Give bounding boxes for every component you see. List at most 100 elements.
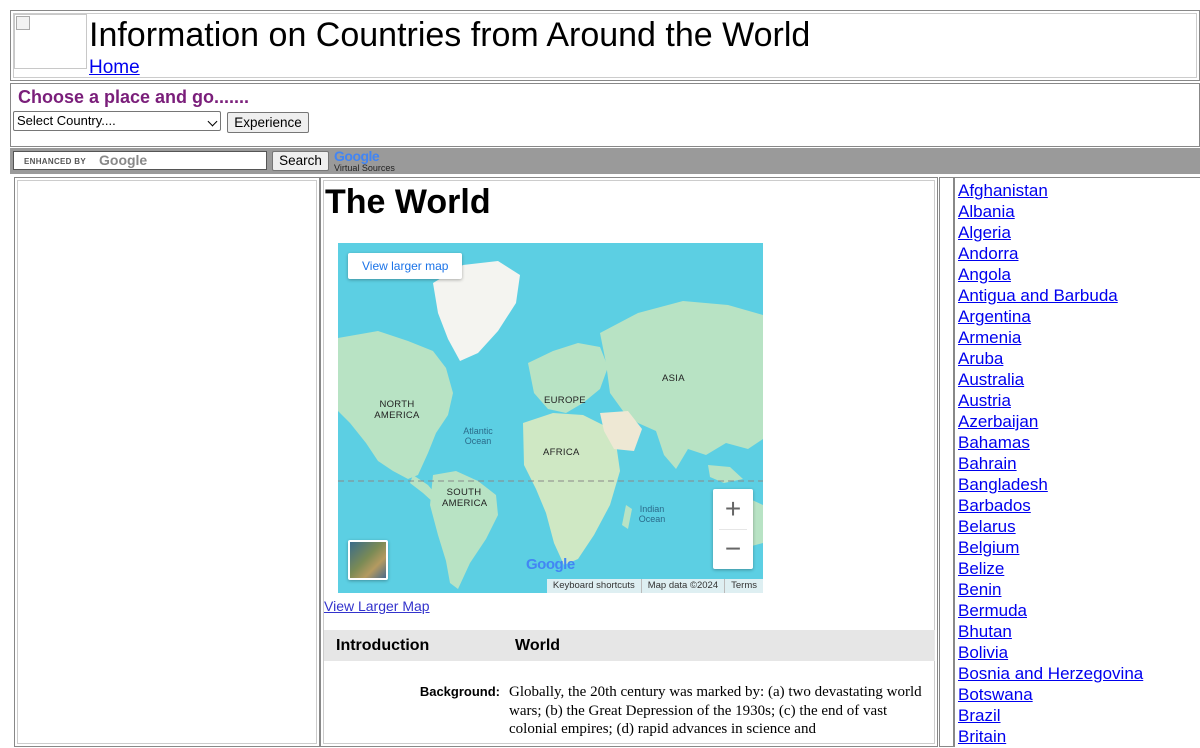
column-divider	[939, 177, 954, 747]
list-item: Afghanistan	[958, 181, 1143, 202]
map-google-logo-text: Google	[526, 556, 575, 573]
country-link[interactable]: Brazil	[958, 706, 1001, 725]
list-item: Bosnia and Herzegovina	[958, 664, 1143, 685]
introduction-value: World	[515, 637, 561, 654]
country-link[interactable]: Belize	[958, 559, 1004, 578]
country-link[interactable]: Argentina	[958, 307, 1031, 326]
search-watermark-brand: Google	[99, 152, 148, 168]
map-label-north-america: NORTH AMERICA	[374, 399, 420, 421]
country-link[interactable]: Bahrain	[958, 454, 1017, 473]
list-item: Benin	[958, 580, 1143, 601]
map-data-label: Map data ©2024	[640, 579, 724, 593]
broken-logo-image	[14, 14, 87, 69]
country-link[interactable]: Afghanistan	[958, 181, 1048, 200]
background-label: Background:	[419, 684, 500, 699]
country-link[interactable]: Angola	[958, 265, 1011, 284]
map-label-asia: ASIA	[662, 373, 685, 384]
country-link[interactable]: Belarus	[958, 517, 1016, 536]
zoom-out-button[interactable]: −	[713, 529, 753, 569]
list-item: Bangladesh	[958, 475, 1143, 496]
search-input[interactable]: ENHANCED BY Google	[13, 151, 267, 170]
map-label-africa: AFRICA	[543, 447, 580, 458]
search-watermark-prefix: ENHANCED BY	[24, 157, 86, 166]
view-larger-map-button[interactable]: View larger map	[348, 253, 463, 279]
map-layer-toggle[interactable]	[348, 540, 388, 580]
broken-image-icon	[16, 16, 30, 30]
google-logo: Google	[334, 148, 380, 164]
country-list: Afghanistan Albania Algeria Andorra Ango…	[958, 181, 1143, 748]
list-item: Albania	[958, 202, 1143, 223]
country-select[interactable]: Select Country....	[13, 111, 221, 131]
introduction-header: Introduction World	[324, 630, 935, 661]
country-link[interactable]: Azerbaijan	[958, 412, 1038, 431]
country-link[interactable]: Barbados	[958, 496, 1031, 515]
country-link[interactable]: Aruba	[958, 349, 1003, 368]
zoom-in-button[interactable]: +	[713, 489, 753, 529]
list-item: Austria	[958, 391, 1143, 412]
list-item: Australia	[958, 370, 1143, 391]
country-link[interactable]: Bangladesh	[958, 475, 1048, 494]
country-link[interactable]: Bermuda	[958, 601, 1027, 620]
list-item: Andorra	[958, 244, 1143, 265]
country-link[interactable]: Belgium	[958, 538, 1019, 557]
list-item: Belize	[958, 559, 1143, 580]
country-link[interactable]: Andorra	[958, 244, 1018, 263]
country-link[interactable]: Britain	[958, 727, 1006, 746]
list-item: Belgium	[958, 538, 1143, 559]
keyboard-shortcuts-link[interactable]: Keyboard shortcuts	[547, 579, 641, 593]
map-google-logo: Google	[526, 556, 575, 573]
home-link[interactable]: Home	[89, 57, 140, 79]
country-chooser: Choose a place and go....... Select Coun…	[10, 83, 1200, 147]
site-header: Information on Countries from Around the…	[10, 10, 1200, 81]
list-item: Bahamas	[958, 433, 1143, 454]
map-footer: Keyboard shortcuts Map data ©2024 Terms	[546, 579, 763, 593]
list-item: Armenia	[958, 328, 1143, 349]
view-larger-map-link[interactable]: View Larger Map	[324, 598, 430, 614]
chevron-down-icon	[207, 116, 218, 127]
search-button[interactable]: Search	[272, 151, 329, 171]
country-link[interactable]: Botswana	[958, 685, 1033, 704]
experience-button[interactable]: Experience	[227, 112, 309, 133]
google-logo-text: Google	[334, 148, 380, 164]
map-label-europe: EUROPE	[544, 395, 586, 406]
list-item: Brazil	[958, 706, 1143, 727]
country-link[interactable]: Australia	[958, 370, 1024, 389]
country-link[interactable]: Bolivia	[958, 643, 1008, 662]
list-item: Aruba	[958, 349, 1143, 370]
country-link[interactable]: Bahamas	[958, 433, 1030, 452]
list-item: Angola	[958, 265, 1143, 286]
introduction-label: Introduction	[336, 637, 430, 654]
list-item: Barbados	[958, 496, 1143, 517]
list-item: Bhutan	[958, 622, 1143, 643]
country-link[interactable]: Antigua and Barbuda	[958, 286, 1118, 305]
list-item: Azerbaijan	[958, 412, 1143, 433]
country-link[interactable]: Bosnia and Herzegovina	[958, 664, 1143, 683]
list-item: Bahrain	[958, 454, 1143, 475]
background-text: Globally, the 20th century was marked by…	[509, 684, 922, 737]
country-link[interactable]: Bhutan	[958, 622, 1012, 641]
map-label-atlantic-ocean: Atlantic Ocean	[463, 426, 493, 446]
country-link[interactable]: Algeria	[958, 223, 1011, 242]
map-zoom-control: + −	[713, 489, 753, 569]
site-title: Information on Countries from Around the…	[89, 16, 811, 54]
list-item: Botswana	[958, 685, 1143, 706]
list-item: Algeria	[958, 223, 1143, 244]
terms-link[interactable]: Terms	[724, 579, 763, 593]
list-item: Bermuda	[958, 601, 1143, 622]
list-item: Belarus	[958, 517, 1143, 538]
chooser-title: Choose a place and go.......	[18, 87, 250, 107]
country-link[interactable]: Armenia	[958, 328, 1021, 347]
page-title: The World	[325, 183, 491, 221]
country-link[interactable]: Benin	[958, 580, 1001, 599]
left-column	[14, 177, 320, 747]
country-select-value: Select Country....	[17, 113, 116, 128]
country-link[interactable]: Austria	[958, 391, 1011, 410]
map-label-south-america: SOUTH AMERICA	[442, 487, 488, 509]
left-column-inner	[17, 180, 317, 744]
virtual-sources-label: Virtual Sources	[334, 163, 395, 173]
country-link[interactable]: Albania	[958, 202, 1015, 221]
list-item: Bolivia	[958, 643, 1143, 664]
list-item: Argentina	[958, 307, 1143, 328]
list-item: Britain	[958, 727, 1143, 748]
world-map[interactable]: View larger map NORTH AMERICA EUROPE ASI…	[338, 243, 763, 593]
